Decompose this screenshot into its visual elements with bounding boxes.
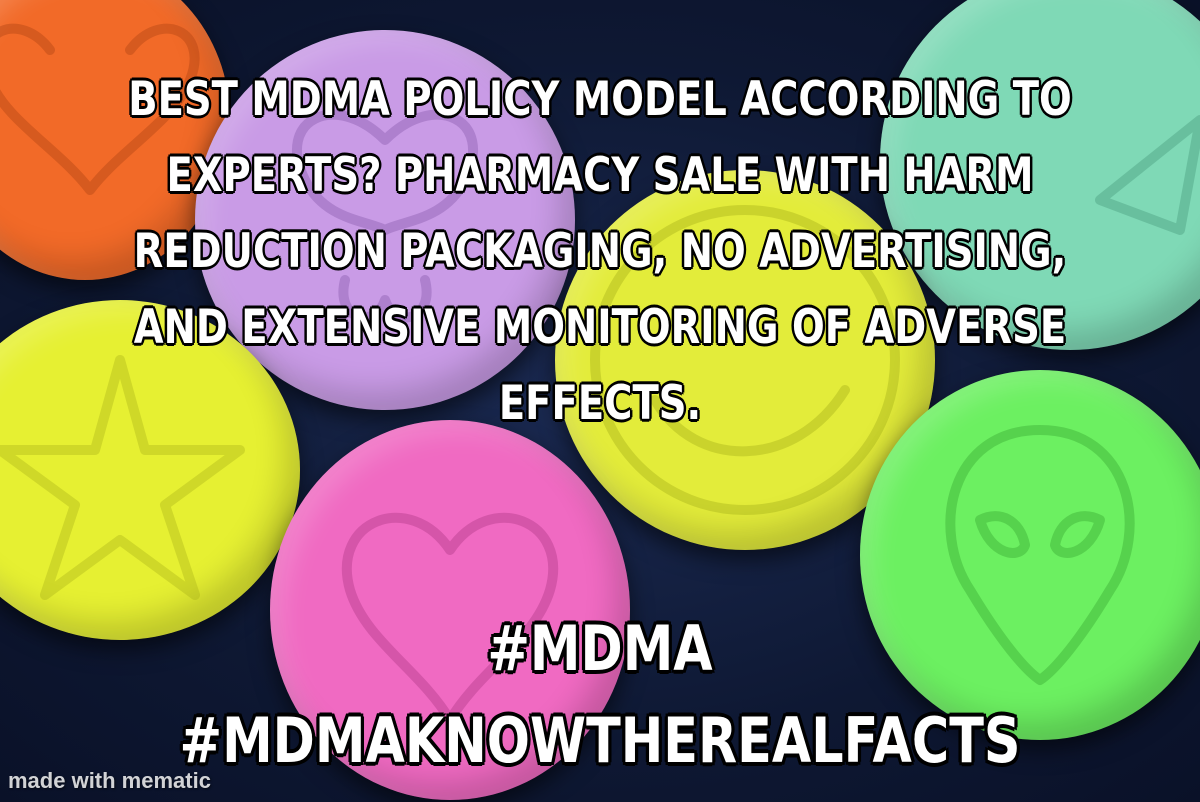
watermark: made with mematic bbox=[8, 768, 211, 793]
meme-image: Best MDMA policy model according to expe… bbox=[0, 0, 1200, 802]
hashtag-mdma: #MDMA bbox=[487, 612, 713, 685]
meme-headline: Best MDMA policy model according to expe… bbox=[127, 71, 1072, 432]
hashtag-mdma-know-the-real-facts: #MDMAKNOWTHEREALFACTS bbox=[179, 704, 1021, 777]
